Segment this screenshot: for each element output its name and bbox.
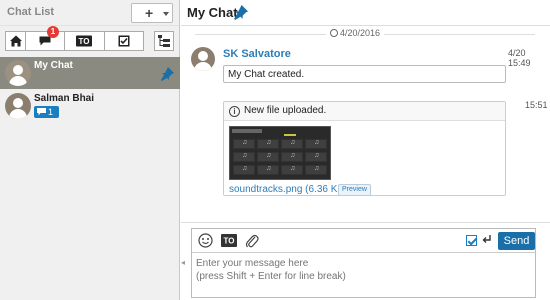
pin-icon[interactable] [233, 5, 248, 20]
preview-button[interactable]: Preview [338, 184, 371, 196]
filter-to-button[interactable]: TO [65, 32, 105, 50]
chat-name: My Chat [34, 60, 73, 71]
filter-all-button[interactable] [6, 32, 26, 50]
pin-icon[interactable] [160, 67, 174, 81]
sender-avatar[interactable] [191, 47, 215, 71]
chat-bubble-icon [37, 108, 46, 116]
to-icon-label: TO [224, 237, 235, 246]
file-notice-text: New file uploaded. [244, 105, 327, 116]
to-icon-label: TO [79, 37, 90, 46]
home-icon [9, 35, 22, 47]
unread-count-badge: 1 [47, 26, 59, 38]
chat-main-area: My Chat 4/20/2016 SK Salvatore 4/20 15:4… [181, 0, 550, 300]
checkbox-icon [118, 35, 130, 47]
message-timestamp: 4/20 15:49 [508, 48, 531, 68]
message-composer: TO Send [191, 228, 536, 298]
chat-item-salman-bhai[interactable]: Salman Bhai 1 [0, 90, 180, 122]
to-icon: TO [76, 35, 93, 47]
sidebar-header: Chat List + [0, 0, 179, 26]
message-bubble: My Chat created. [223, 65, 506, 83]
enter-key-icon [482, 235, 491, 243]
chat-item-my-chat[interactable]: My Chat [0, 57, 180, 89]
chat-filter-bar: 1 TO [5, 26, 144, 51]
composer-toolbar: TO Send [192, 229, 535, 253]
collapse-sidebar-icon[interactable]: ◂ [181, 258, 185, 267]
message-input[interactable] [196, 257, 531, 293]
paperclip-icon[interactable] [245, 233, 259, 249]
enter-to-send-checkbox[interactable] [466, 235, 477, 246]
emoticon-icon[interactable] [198, 233, 213, 248]
unread-message-badge: 1 [34, 106, 59, 118]
category-tree-icon [158, 35, 170, 47]
date-text: 4/20/2016 [340, 28, 381, 38]
page-title: My Chat [187, 5, 238, 20]
file-card-header: i New file uploaded. [224, 102, 505, 121]
file-thumbnail[interactable] [229, 126, 331, 180]
plus-icon: + [145, 5, 154, 21]
clock-icon [330, 29, 338, 37]
sidebar-title: Chat List [7, 6, 55, 18]
chevron-down-icon [163, 12, 169, 16]
composer-divider [181, 222, 550, 223]
sender-name[interactable]: SK Salvatore [223, 48, 291, 60]
message-timestamp: 15:51 [525, 100, 548, 110]
chat-header: My Chat [181, 0, 550, 26]
date-separator: 4/20/2016 [326, 28, 385, 38]
chat-list-sidebar: Chat List + 1 TO My Chat Salman Bhai 1 [0, 0, 180, 300]
filter-task-button[interactable] [104, 32, 143, 50]
file-upload-card: i New file uploaded. soundtracks.png (6.… [223, 101, 506, 196]
chat-name: Salman Bhai [34, 93, 95, 104]
filter-unread-button[interactable]: 1 [26, 26, 66, 50]
send-button[interactable]: Send [498, 232, 535, 250]
category-view-button[interactable] [154, 31, 174, 51]
info-icon: i [229, 106, 240, 117]
to-icon[interactable]: TO [221, 234, 237, 247]
avatar [5, 93, 31, 119]
unread-count: 1 [48, 107, 54, 117]
file-download-link[interactable]: soundtracks.png (6.36 KB) [229, 184, 347, 195]
add-chat-button[interactable]: + [131, 3, 173, 23]
avatar [5, 60, 31, 86]
